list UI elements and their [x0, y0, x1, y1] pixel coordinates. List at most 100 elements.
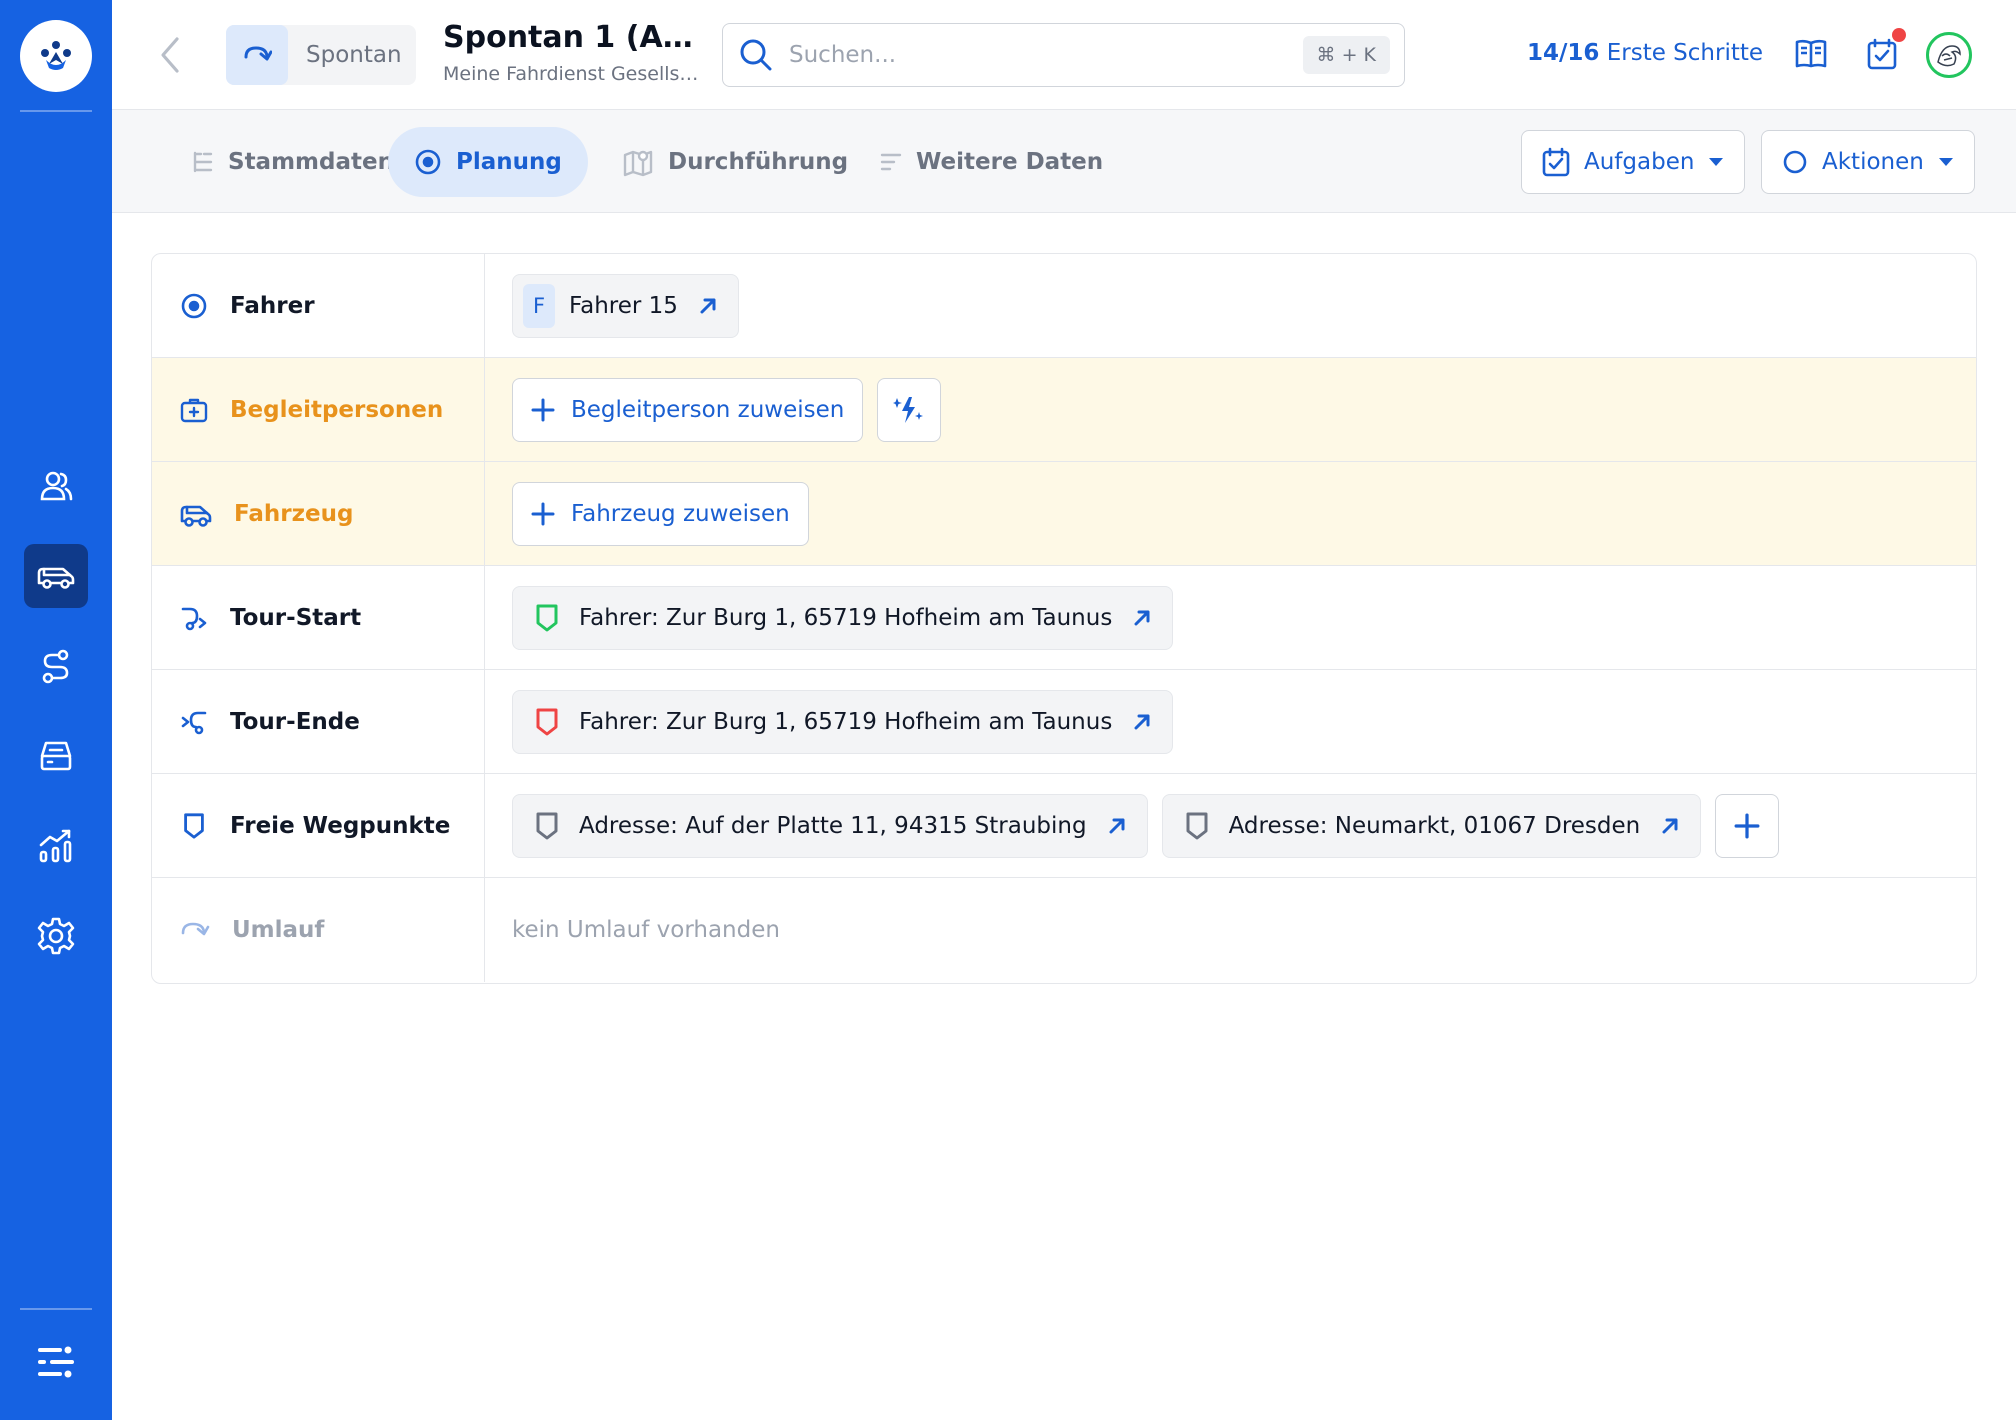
circle-icon [1783, 150, 1807, 174]
sidebar-divider [20, 110, 92, 112]
back-button[interactable] [152, 30, 188, 80]
tour-start-address-chip[interactable]: Fahrer: Zur Burg 1, 65719 Hofheim am Tau… [512, 585, 1174, 650]
user-avatar[interactable] [1926, 32, 1972, 78]
tour-end-address: Fahrer: Zur Burg 1, 65719 Hofheim am Tau… [579, 708, 1113, 735]
menu-lines-icon [38, 1346, 74, 1378]
first-steps-label: Erste Schritte [1606, 40, 1764, 66]
location-shield-gray-icon [536, 812, 558, 839]
row-companions-content: Begleitperson zuweisen [512, 358, 942, 461]
row-driver-content: F Fahrer 15 [512, 254, 739, 357]
search-shortcut: ⌘ + K [1302, 36, 1390, 74]
external-link-arrow-icon[interactable] [698, 296, 718, 316]
calendar-check-icon [1867, 38, 1897, 70]
sidebar [0, 0, 112, 1420]
tab-bar: Stammdaten Planung Durchführung Weitere … [112, 110, 2016, 213]
sidebar-item-routes[interactable] [24, 634, 88, 698]
driver-name: Fahrer 15 [569, 292, 678, 319]
row-tour-start-content: Fahrer: Zur Burg 1, 65719 Hofheim am Tau… [512, 566, 1174, 669]
tour-type-chip[interactable]: Spontan [226, 25, 416, 85]
tab-planung[interactable]: Planung [388, 127, 588, 197]
sidebar-collapse-button[interactable] [24, 1330, 88, 1394]
row-tour-end-label: Tour-Ende [152, 670, 485, 773]
redo-arrow-icon [181, 922, 210, 936]
tab-durchfuehrung-label: Durchführung [668, 149, 849, 175]
sidebar-divider-bottom [20, 1308, 92, 1310]
tour-start-address: Fahrer: Zur Burg 1, 65719 Hofheim am Tau… [579, 604, 1113, 631]
planning-panel: Fahrer F Fahrer 15 Begleitpersonen Begle… [151, 253, 1977, 984]
row-rotation: Umlauf kein Umlauf vorhanden [152, 878, 1976, 982]
app-logo[interactable] [20, 20, 92, 92]
tab-durchfuehrung[interactable]: Durchführung [596, 127, 874, 197]
actions-dropdown-button[interactable]: Aktionen [1761, 130, 1975, 194]
external-link-arrow-icon[interactable] [1132, 712, 1152, 732]
external-link-arrow-icon[interactable] [1132, 608, 1152, 628]
location-shield-gray-icon [1186, 812, 1208, 839]
plus-icon [531, 398, 555, 421]
sidebar-item-statistics[interactable] [24, 814, 88, 878]
row-tour-start: Tour-Start Fahrer: Zur Burg 1, 65719 Hof… [152, 566, 1976, 670]
assign-vehicle-label: Fahrzeug zuweisen [571, 500, 790, 527]
external-link-arrow-icon[interactable] [1107, 816, 1127, 836]
tour-type-label: Spontan [306, 42, 402, 68]
route-end-icon [181, 711, 207, 734]
waypoint-chip[interactable]: Adresse: Auf der Platte 11, 94315 Straub… [512, 793, 1148, 858]
first-steps-link[interactable]: 14/16 Erste Schritte [1527, 40, 1763, 66]
people-icon [40, 471, 73, 501]
waypoint-address: Adresse: Auf der Platte 11, 94315 Straub… [579, 812, 1087, 839]
caret-down-icon [1709, 158, 1724, 166]
row-driver-label: Fahrer [152, 254, 485, 357]
row-vehicle-content: Fahrzeug zuweisen [512, 462, 809, 565]
row-rotation-label: Umlauf [152, 878, 485, 982]
tab-weitere-daten[interactable]: Weitere Daten [854, 127, 1129, 197]
rotation-empty-text: kein Umlauf vorhanden [512, 917, 780, 943]
external-link-arrow-icon[interactable] [1660, 816, 1680, 836]
tab-stammdaten[interactable]: Stammdaten [166, 127, 420, 197]
sidebar-item-settings[interactable] [24, 904, 88, 968]
assign-companion-button[interactable]: Begleitperson zuweisen [512, 377, 864, 442]
row-tour-end-content: Fahrer: Zur Burg 1, 65719 Hofheim am Tau… [512, 670, 1174, 773]
calendar-check-icon [1542, 147, 1570, 177]
row-vehicle: Fahrzeug Fahrzeug zuweisen [152, 462, 1976, 566]
asterisk-people-logo-icon [41, 41, 71, 70]
driver-chip[interactable]: F Fahrer 15 [512, 273, 739, 338]
tab-weitere-daten-label: Weitere Daten [916, 149, 1104, 175]
tab-planung-label: Planung [456, 149, 562, 175]
tasks-notification-button[interactable] [1862, 28, 1906, 74]
row-waypoints-content: Adresse: Auf der Platte 11, 94315 Straub… [512, 774, 1780, 877]
sidebar-item-people[interactable] [24, 454, 88, 518]
chevron-left-icon [161, 37, 179, 73]
tour-end-address-chip[interactable]: Fahrer: Zur Burg 1, 65719 Hofheim am Tau… [512, 689, 1174, 754]
list-icon [193, 151, 213, 173]
row-waypoints: Freie Wegpunkte Adresse: Auf der Platte … [152, 774, 1976, 878]
auto-assign-button[interactable] [877, 377, 942, 442]
tour-start-label: Tour-Start [230, 604, 362, 631]
row-rotation-content: kein Umlauf vorhanden [512, 878, 780, 982]
plus-icon [1734, 813, 1760, 838]
map-icon [623, 150, 653, 177]
route-icon [42, 649, 69, 684]
add-waypoint-button[interactable] [1715, 793, 1780, 858]
lines-icon [880, 153, 902, 171]
tour-end-label: Tour-Ende [230, 708, 360, 735]
vehicle-label: Fahrzeug [234, 500, 354, 527]
page-subtitle: Meine Fahrdienst Gesellschaft [443, 63, 703, 85]
tasks-dropdown-label: Aufgaben [1584, 149, 1695, 175]
companions-label: Begleitpersonen [230, 396, 444, 423]
medical-case-icon [180, 398, 208, 422]
tasks-dropdown-button[interactable]: Aufgaben [1521, 130, 1746, 194]
search-input[interactable]: Suchen... ⌘ + K [722, 23, 1405, 87]
waypoint-chip[interactable]: Adresse: Neumarkt, 01067 Dresden [1161, 793, 1702, 858]
row-tour-end: Tour-Ende Fahrer: Zur Burg 1, 65719 Hofh… [152, 670, 1976, 774]
rotation-label: Umlauf [232, 917, 325, 943]
sidebar-item-inbox[interactable] [24, 724, 88, 788]
target-icon [181, 293, 207, 318]
gear-icon [37, 917, 75, 955]
first-steps-count: 14/16 [1527, 40, 1600, 66]
sidebar-item-vehicles[interactable] [24, 544, 88, 608]
title-block: Spontan 1 (Aktuell) Meine Fahrdienst Ges… [443, 20, 703, 85]
docs-button[interactable] [1791, 34, 1831, 74]
actions-dropdown-label: Aktionen [1822, 149, 1924, 175]
magic-sparkle-icon [893, 396, 924, 423]
assign-vehicle-button[interactable]: Fahrzeug zuweisen [512, 481, 809, 546]
page-title: Spontan 1 (Aktuell) [443, 20, 703, 55]
